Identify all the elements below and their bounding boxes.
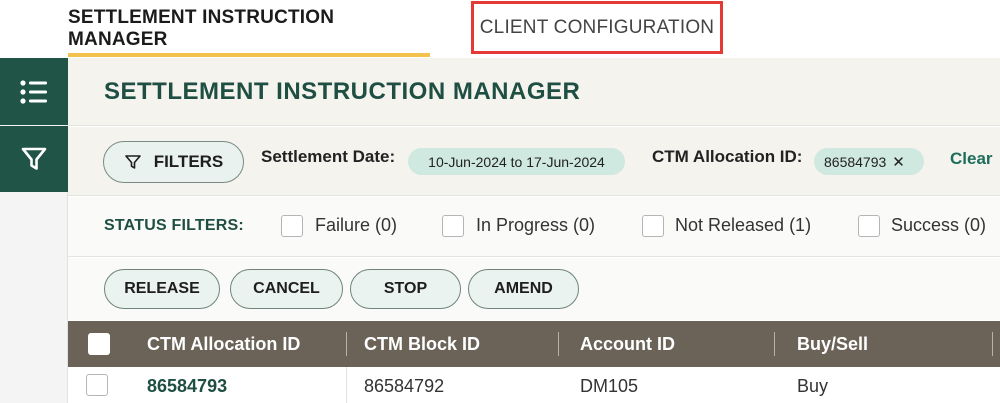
filters-bar: FILTERS Settlement Date: 10-Jun-2024 to … xyxy=(68,127,1000,196)
column-divider xyxy=(774,332,775,356)
column-buy-sell[interactable]: Buy/Sell xyxy=(797,321,868,367)
column-account-id[interactable]: Account ID xyxy=(580,321,675,367)
stop-button[interactable]: STOP xyxy=(350,269,461,309)
status-success-label: Success (0) xyxy=(891,215,987,235)
sidebar-filter-button[interactable] xyxy=(0,126,68,192)
block-id-cell: 86584792 xyxy=(364,376,445,396)
settlement-date-chip[interactable]: 10-Jun-2024 to 17-Jun-2024 xyxy=(408,148,625,175)
amend-button[interactable]: AMEND xyxy=(468,269,579,309)
status-failure-checkbox[interactable] xyxy=(281,215,303,237)
column-divider xyxy=(992,332,993,356)
allocation-id-label: CTM Allocation ID: xyxy=(652,147,803,166)
column-divider xyxy=(346,332,347,356)
sidebar-list-button[interactable] xyxy=(0,58,68,125)
status-filters-bar: STATUS FILTERS: Failure (0) In Progress … xyxy=(68,197,1000,257)
settlement-date-value: 10-Jun-2024 to 17-Jun-2024 xyxy=(428,153,605,170)
allocation-id-value: 86584793 xyxy=(824,153,887,170)
column-allocation-id[interactable]: CTM Allocation ID xyxy=(147,321,300,367)
actions-bar: RELEASE CANCEL STOP AMEND xyxy=(68,258,1000,320)
buy-sell-cell: Buy xyxy=(797,376,829,396)
column-divider xyxy=(558,332,559,356)
cell-divider xyxy=(346,367,347,403)
allocation-id-cell[interactable]: 86584793 xyxy=(147,376,227,397)
settlement-date-label: Settlement Date: xyxy=(261,147,396,166)
tab-client-configuration[interactable]: CLIENT CONFIGURATION xyxy=(471,1,723,54)
column-block-id[interactable]: CTM Block ID xyxy=(364,321,480,367)
account-id-cell: DM105 xyxy=(580,376,639,396)
select-all-checkbox[interactable] xyxy=(88,333,110,355)
sidebar xyxy=(0,58,68,403)
status-in-progress-checkbox[interactable] xyxy=(442,215,464,237)
filters-button[interactable]: FILTERS xyxy=(103,141,244,183)
release-button[interactable]: RELEASE xyxy=(104,269,220,309)
filter-funnel-icon xyxy=(21,147,47,170)
top-tab-bar: SETTLEMENT INSTRUCTION MANAGER CLIENT CO… xyxy=(0,0,1000,58)
clear-filters-link[interactable]: Clear xyxy=(950,149,993,169)
list-icon xyxy=(20,79,47,104)
row-checkbox[interactable] xyxy=(86,374,108,396)
filter-icon xyxy=(124,155,141,169)
page-title: SETTLEMENT INSTRUCTION MANAGER xyxy=(104,78,581,105)
status-failure-label: Failure (0) xyxy=(315,215,398,235)
table-row[interactable]: 86584793 86584792 DM105 Buy xyxy=(68,367,1000,403)
status-filters-label: STATUS FILTERS: xyxy=(104,217,244,234)
remove-chip-icon[interactable]: ✕ xyxy=(892,153,905,171)
tab-settlement-instruction-manager[interactable]: SETTLEMENT INSTRUCTION MANAGER xyxy=(68,0,430,58)
status-success-checkbox[interactable] xyxy=(858,215,880,237)
table-header: CTM Allocation ID CTM Block ID Account I… xyxy=(68,321,1000,367)
filters-button-label: FILTERS xyxy=(153,152,224,171)
main-header: SETTLEMENT INSTRUCTION MANAGER xyxy=(68,58,1000,126)
status-not-released-label: Not Released (1) xyxy=(675,215,812,235)
status-in-progress-label: In Progress (0) xyxy=(476,215,596,235)
allocation-id-chip: 86584793 ✕ xyxy=(814,148,924,175)
status-not-released-checkbox[interactable] xyxy=(642,215,664,237)
cancel-button[interactable]: CANCEL xyxy=(230,269,343,309)
